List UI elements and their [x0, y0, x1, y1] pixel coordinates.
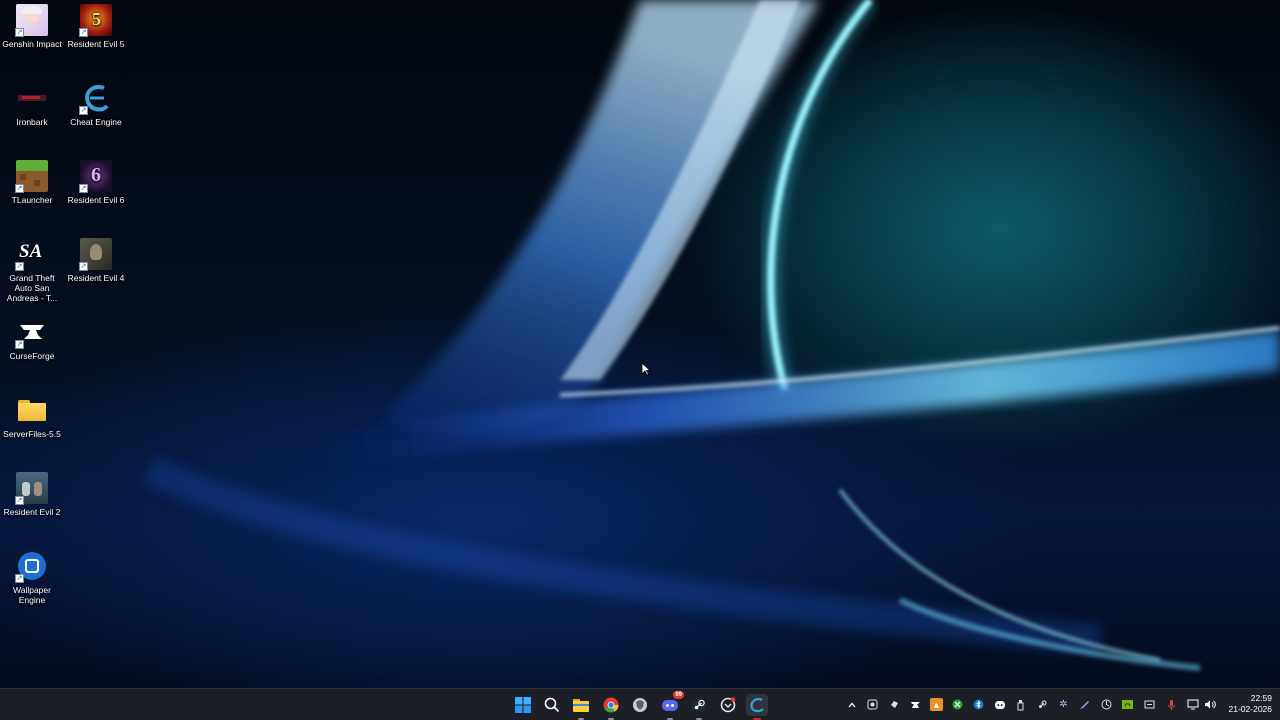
microphone-icon[interactable] [1165, 698, 1178, 711]
desktop-icon-label: Wallpaper Engine [13, 585, 51, 605]
start-button[interactable] [512, 694, 534, 716]
taskbar-overwolf[interactable] [717, 694, 739, 716]
bluetooth-icon[interactable] [972, 698, 985, 711]
desktop-icon-label: ServerFiles-5.5 [3, 429, 61, 439]
wallpaper-engine-icon: ↗ [15, 550, 48, 583]
desktop-icon-label: Resident Evil 5 [67, 39, 125, 49]
desktop-icon-label: Ironbark [16, 117, 48, 127]
nvidia-icon[interactable] [1121, 698, 1134, 711]
tray-app-icon[interactable] [1143, 698, 1156, 711]
app-shield-icon [633, 698, 647, 712]
tray-app-icon[interactable]: ▲ [930, 698, 943, 711]
curseforge-tray-icon[interactable] [909, 698, 922, 711]
folder-icon [16, 394, 48, 426]
desktop-icon-label: CurseForge [9, 351, 55, 361]
network-icon[interactable] [1186, 698, 1199, 711]
usb-icon[interactable] [1014, 698, 1027, 711]
taskbar-steam[interactable] [688, 694, 710, 720]
resident-evil-6-icon: 6 ↗ [79, 160, 112, 193]
resident-evil-5-icon: 5 ↗ [79, 4, 112, 37]
steam-tray-icon[interactable] [1036, 698, 1049, 711]
desktop-icon-label: Resident Evil 2 [3, 507, 61, 517]
desktop-icon-label: Genshin Impact [2, 39, 62, 49]
discord-icon [662, 700, 678, 711]
desktop-icon-resident-evil-5[interactable]: 5 ↗ Resident Evil 5 [64, 4, 128, 49]
chevron-up-icon [848, 702, 855, 707]
taskbar-shield-app[interactable] [629, 694, 651, 716]
taskbar-clock[interactable]: 22:59 21-02-2026 [1222, 693, 1272, 715]
mouse-cursor-icon [641, 361, 652, 380]
windows-start-icon [515, 697, 531, 713]
file-explorer-icon [573, 699, 589, 712]
curseforge-icon: ↗ [15, 316, 48, 349]
steam-icon [691, 697, 707, 713]
cheat-engine-icon: ↗ [79, 82, 112, 115]
resident-evil-4-icon: ↗ [79, 238, 112, 271]
overwolf-icon [720, 697, 736, 713]
desktop-icon-ironbark[interactable]: Ironbark [0, 82, 64, 127]
discord-badge: 99 [673, 691, 684, 699]
discord-tray-icon[interactable] [993, 698, 1006, 711]
taskbar-discord[interactable]: 99 [659, 691, 684, 720]
desktop-icon-label: Grand Theft Auto San Andreas - T... [6, 273, 58, 303]
ironbark-icon [16, 82, 48, 114]
cheat-engine-icon [750, 698, 764, 713]
desktop-icon-wallpaper-engine[interactable]: ↗ Wallpaper Engine [0, 550, 64, 605]
desktop-icon-curseforge[interactable]: ↗ CurseForge [0, 316, 64, 361]
tlauncher-icon: ↗ [15, 160, 48, 193]
desktop-icon-cheat-engine[interactable]: ↗ Cheat Engine [64, 82, 128, 127]
desktop-icon-label: Resident Evil 4 [67, 273, 125, 283]
taskbar-chrome[interactable] [600, 694, 622, 720]
settings-icon[interactable]: ✲ [1057, 698, 1070, 711]
desktop-icon-resident-evil-4[interactable]: ↗ Resident Evil 4 [64, 238, 128, 283]
taskbar-cheat-engine[interactable] [746, 694, 768, 720]
search-button[interactable] [541, 694, 563, 716]
xbox-icon[interactable] [951, 698, 964, 711]
gta-san-andreas-icon: SA ↗ [15, 241, 43, 271]
desktop-icon-serverfiles[interactable]: ServerFiles-5.5 [0, 394, 64, 439]
desktop-icon-genshin-impact[interactable]: ↗ Genshin Impact [0, 4, 64, 49]
taskbar: 99 ▲ ✲ 22:59 21-02-2026 [0, 688, 1280, 720]
genshin-impact-icon: ↗ [15, 4, 48, 37]
desktop-icon-tlauncher[interactable]: ↗ TLauncher [0, 160, 64, 205]
desktop-icon-label: TLauncher [11, 195, 53, 205]
tray-overflow-button[interactable] [845, 698, 858, 711]
resident-evil-2-icon: ↗ [15, 472, 48, 505]
clock-time: 22:59 [1250, 693, 1272, 703]
taskbar-file-explorer[interactable] [570, 694, 592, 720]
desktop-icon-label: Resident Evil 6 [67, 195, 125, 205]
desktop-icon-resident-evil-6[interactable]: 6 ↗ Resident Evil 6 [64, 160, 128, 205]
chrome-icon [603, 697, 619, 713]
tray-app-icon[interactable] [866, 698, 879, 711]
desktop-icon-gta-san-andreas[interactable]: SA ↗ Grand Theft Auto San Andreas - T... [0, 238, 64, 303]
desktop-icon-resident-evil-2[interactable]: ↗ Resident Evil 2 [0, 472, 64, 517]
search-icon [544, 697, 560, 713]
desktop-icon-label: Cheat Engine [70, 117, 122, 127]
volume-icon[interactable] [1203, 698, 1216, 711]
desktop-wallpaper [0, 0, 1280, 688]
pen-icon[interactable] [1078, 698, 1091, 711]
tray-app-icon[interactable] [888, 698, 901, 711]
clock-date: 21-02-2026 [1228, 704, 1272, 714]
tray-app-icon[interactable] [1100, 698, 1113, 711]
